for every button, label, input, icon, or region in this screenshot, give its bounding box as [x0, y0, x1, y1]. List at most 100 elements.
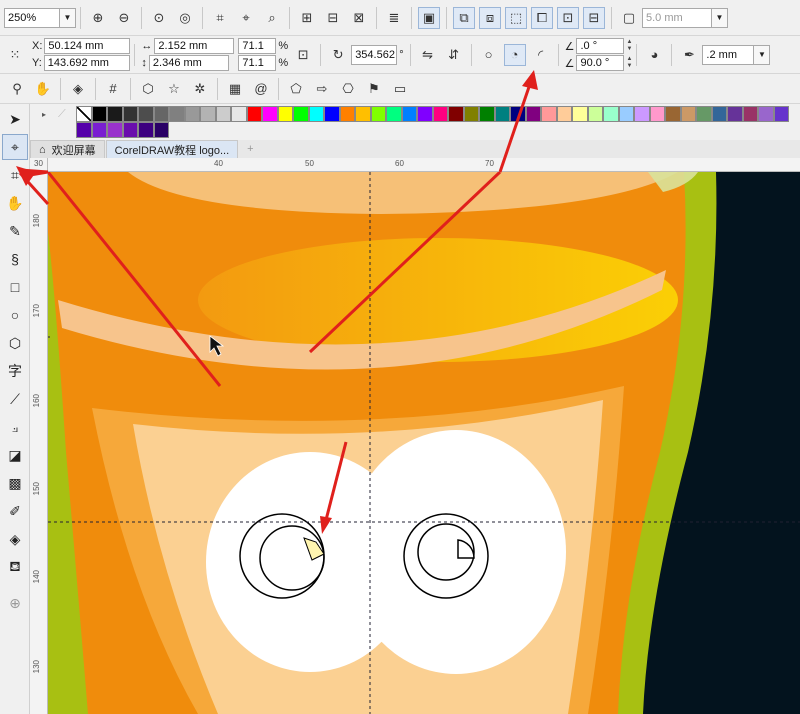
palette-swatch[interactable]: [758, 106, 774, 122]
scale-x-field[interactable]: 71.1: [238, 38, 277, 54]
palette-swatch[interactable]: [215, 106, 231, 122]
grid-tool-icon[interactable]: #: [102, 78, 124, 100]
zoom-all-icon[interactable]: ◎: [174, 7, 196, 29]
palette-swatch[interactable]: [634, 106, 650, 122]
end-angle-field[interactable]: 90.0 °: [576, 55, 625, 71]
palette-swatch[interactable]: [122, 106, 138, 122]
palette-swatch[interactable]: [153, 106, 169, 122]
palette-swatch[interactable]: [510, 106, 526, 122]
palette-swatch[interactable]: [293, 106, 309, 122]
palette-swatch[interactable]: [680, 106, 696, 122]
vertical-ruler[interactable]: 180 170 160 150 140 130: [30, 172, 48, 714]
pen-icon[interactable]: ✒: [678, 44, 700, 66]
spinner-icon[interactable]: ▲ ▼: [626, 39, 632, 53]
palette-swatch[interactable]: [153, 122, 169, 138]
zoom-height-icon[interactable]: ⌕: [261, 7, 283, 29]
palette-scroll-icon[interactable]: ▸: [42, 110, 46, 119]
palette-swatch[interactable]: [448, 106, 464, 122]
palette-swatch[interactable]: [246, 106, 262, 122]
palette-swatch[interactable]: [339, 106, 355, 122]
zoom-selected-icon[interactable]: ⊙: [148, 7, 170, 29]
direction-icon[interactable]: ◕: [643, 44, 665, 66]
polygon-tool-icon[interactable]: ⬡: [2, 330, 28, 356]
palette-swatch[interactable]: [76, 106, 92, 122]
shape-tool-icon[interactable]: ⌖: [2, 134, 28, 160]
zoom-in-icon[interactable]: ⊕: [87, 7, 109, 29]
weld-icon[interactable]: ⊞: [296, 7, 318, 29]
palette-swatch[interactable]: [649, 106, 665, 122]
palette-swatch[interactable]: [122, 122, 138, 138]
tab-welcome[interactable]: ⌂ 欢迎屏幕: [30, 140, 105, 158]
palette-swatch[interactable]: [231, 106, 247, 122]
mirror-horizontal-icon[interactable]: ⇋: [417, 44, 439, 66]
palette-swatch[interactable]: [277, 106, 293, 122]
palette-swatch[interactable]: [463, 106, 479, 122]
ungroup-icon[interactable]: ⧈: [479, 6, 501, 29]
lock-icon[interactable]: ⊡: [557, 6, 579, 29]
interactive-fill-icon[interactable]: ◈: [2, 526, 28, 552]
palette-swatch[interactable]: [138, 122, 154, 138]
align-icon[interactable]: ≣: [383, 7, 405, 29]
palette-swatch[interactable]: [572, 106, 588, 122]
palette-swatch[interactable]: [169, 106, 185, 122]
polygon-tool-icon[interactable]: ⬡: [137, 78, 159, 100]
zoom-out-icon[interactable]: ⊖: [113, 7, 135, 29]
palette-swatch[interactable]: [386, 106, 402, 122]
palette-swatch[interactable]: [417, 106, 433, 122]
pan-tool-icon[interactable]: ✋: [2, 190, 28, 216]
palette-swatch[interactable]: [200, 106, 216, 122]
scale-y-field[interactable]: 71.1: [238, 55, 277, 71]
reference-point-icon[interactable]: ⁙: [4, 44, 26, 66]
spiral-icon[interactable]: @: [250, 78, 272, 100]
chevron-down-icon[interactable]: ▼: [754, 44, 771, 65]
palette-swatch[interactable]: [107, 106, 123, 122]
palette-swatch[interactable]: [262, 106, 278, 122]
crop-tool-icon[interactable]: ⌗: [2, 162, 28, 188]
smart-fill-icon[interactable]: ⛾: [2, 554, 28, 580]
palette-swatch[interactable]: [742, 106, 758, 122]
palette-swatch[interactable]: [107, 122, 123, 138]
horizontal-ruler[interactable]: 30 40 50 60 70: [34, 158, 800, 172]
zoom-tool-icon[interactable]: ⚲: [6, 78, 28, 100]
pick-tool-icon[interactable]: ➤: [2, 106, 28, 132]
palette-swatch[interactable]: [556, 106, 572, 122]
palette-swatch[interactable]: [587, 106, 603, 122]
palette-swatch[interactable]: [432, 106, 448, 122]
palette-swatch[interactable]: [401, 106, 417, 122]
x-position-field[interactable]: 50.124 mm: [44, 38, 131, 54]
lock-ratio-icon[interactable]: ⊡: [292, 44, 314, 66]
palette-swatch[interactable]: [494, 106, 510, 122]
break-apart-icon[interactable]: ⧠: [531, 6, 553, 29]
palette-swatch[interactable]: [308, 106, 324, 122]
basic-shapes-icon[interactable]: ⬠: [285, 78, 307, 100]
arc-mode-icon[interactable]: ◜: [530, 44, 552, 66]
combine-icon[interactable]: ⬚: [505, 6, 527, 29]
y-position-field[interactable]: 143.692 mm: [43, 55, 130, 71]
palette-swatch[interactable]: [76, 122, 92, 138]
intersect-icon[interactable]: ⊠: [348, 7, 370, 29]
drop-shadow-icon[interactable]: ◪: [2, 442, 28, 468]
connector-tool-icon[interactable]: ⟓: [2, 414, 28, 440]
palette-swatch[interactable]: [603, 106, 619, 122]
palette-swatch[interactable]: [665, 106, 681, 122]
palette-swatch[interactable]: [184, 106, 200, 122]
graph-paper-icon[interactable]: ▦: [224, 78, 246, 100]
star-tool-icon[interactable]: ☆: [163, 78, 185, 100]
rotation-field[interactable]: 354.562: [351, 44, 398, 65]
banner-shapes-icon[interactable]: ⚑: [363, 78, 385, 100]
trim-icon[interactable]: ⊟: [322, 7, 344, 29]
palette-swatch[interactable]: [138, 106, 154, 122]
palette-swatch[interactable]: [541, 106, 557, 122]
group-icon[interactable]: ⧉: [453, 6, 475, 29]
outline-swatch-icon[interactable]: ▢: [618, 7, 640, 29]
unlock-icon[interactable]: ⊟: [583, 6, 605, 29]
mirror-vertical-icon[interactable]: ⇵: [443, 44, 465, 66]
width-field[interactable]: 2.152 mm: [154, 38, 235, 54]
to-front-icon[interactable]: ▣: [418, 6, 440, 29]
artistic-media-icon[interactable]: §: [2, 246, 28, 272]
spinner-icon[interactable]: ▲ ▼: [626, 56, 632, 70]
palette-swatch[interactable]: [773, 106, 789, 122]
outline-width-field[interactable]: 5.0 mm: [642, 7, 712, 28]
eyedropper-icon[interactable]: ⟋: [58, 108, 66, 121]
height-field[interactable]: 2.346 mm: [148, 55, 229, 71]
